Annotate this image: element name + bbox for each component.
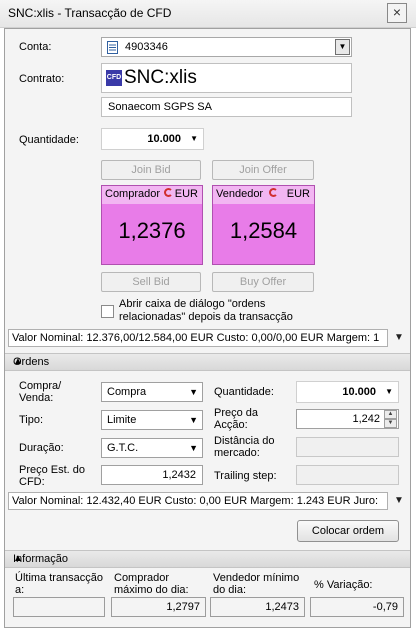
side-select[interactable]: Compra ▼ (101, 382, 203, 402)
account-select[interactable]: 4903346 ▼ (101, 37, 352, 57)
contract-field[interactable]: CFD SNC:xlis (101, 63, 352, 93)
day-high-label-line2: máximo do dia: (114, 584, 189, 596)
trailing-step-label: Trailing step: (214, 470, 277, 482)
est-price-value: 1,2432 (101, 465, 203, 485)
bid-currency: EUR (174, 188, 198, 200)
document-icon (107, 41, 118, 57)
ask-price: 1,2584 (229, 218, 298, 243)
ask-header: Vendedor EUR (213, 186, 314, 204)
type-select[interactable]: Limite ▼ (101, 410, 203, 430)
duration-select[interactable]: G.T.C. ▼ (101, 438, 203, 458)
bid-price-button[interactable]: Comprador EUR 1,2376 (101, 185, 203, 265)
distance-label-line1: Distância do (214, 435, 275, 447)
ask-currency: EUR (286, 188, 310, 200)
info-section-header[interactable]: Informação ▲ (5, 550, 410, 568)
distance-input[interactable] (296, 437, 399, 457)
contract-name: Sonaecom SGPS SA (101, 97, 352, 117)
refresh-icon (269, 188, 278, 197)
spin-up-icon[interactable]: ▲ (384, 410, 397, 419)
related-orders-checkbox[interactable] (101, 305, 114, 318)
account-value: 4903346 (125, 41, 168, 53)
bid-label: Comprador (105, 188, 161, 200)
quantity-value: 10.000 (147, 133, 181, 145)
day-low-label-line1: Vendedor mínimo (213, 572, 300, 584)
quantity-label: Quantidade: (19, 134, 79, 146)
type-value: Limite (107, 414, 137, 426)
order-summary: Valor Nominal: 12.432,40 EUR Custo: 0,00… (8, 492, 388, 510)
refresh-icon (164, 188, 173, 197)
day-high-label-line1: Comprador (114, 572, 170, 584)
place-order-button[interactable]: Colocar ordem (297, 520, 399, 542)
chevron-down-icon[interactable]: ▼ (385, 387, 393, 396)
contract-label: Contrato: (19, 73, 65, 85)
duration-value: G.T.C. (107, 442, 139, 454)
join-bid-button[interactable]: Join Bid (101, 160, 201, 180)
last-trade-label-line1: Última transacção (15, 572, 104, 584)
window-title: SNC:xlis - Transacção de CFD (8, 6, 172, 20)
chevron-down-icon: ▼ (189, 415, 198, 425)
change-label: % Variação: (314, 579, 373, 591)
join-offer-button[interactable]: Join Offer (212, 160, 314, 180)
chevron-down-icon[interactable]: ▼ (394, 495, 404, 506)
spin-down-icon[interactable]: ▼ (384, 419, 397, 428)
nominal-summary: Valor Nominal: 12.376,00/12.584,00 EUR C… (8, 329, 388, 347)
account-label: Conta: (19, 41, 52, 53)
est-price-label-line1: Preço Est. do (19, 464, 86, 476)
distance-label-line2: mercado: (214, 447, 260, 459)
cfd-badge-icon: CFD (106, 70, 122, 86)
chevron-down-icon[interactable]: ▼ (190, 134, 198, 143)
price-input[interactable]: 1,242 ▲ ▼ (296, 409, 399, 429)
side-label-line2: Venda: (19, 392, 54, 404)
side-label-line1: Compra/ (19, 380, 62, 392)
price-label-line2: Acção: (214, 419, 248, 431)
title-bar: SNC:xlis - Transacção de CFD × (0, 0, 416, 28)
ask-label: Vendedor (216, 188, 264, 200)
bid-header: Comprador EUR (102, 186, 202, 204)
checkbox-label-line2: relacionadas" depois da transacção (119, 311, 293, 323)
contract-symbol: SNC:xlis (124, 67, 197, 88)
collapse-icon[interactable]: ▲ (13, 553, 404, 564)
sell-bid-button[interactable]: Sell Bid (101, 272, 201, 292)
bid-price: 1,2376 (118, 218, 186, 243)
ask-price-button[interactable]: Vendedor EUR 1,2584 (212, 185, 315, 265)
price-label-line1: Preço da (214, 407, 259, 419)
day-low-label-line2: do dia: (213, 584, 247, 596)
checkbox-label-line1: Abrir caixa de diálogo "ordens (119, 298, 266, 310)
day-high-value: 1,2797 (111, 597, 206, 617)
collapse-icon[interactable]: ▲ (13, 356, 404, 367)
close-button[interactable]: × (387, 3, 407, 23)
trailing-step-input[interactable] (296, 465, 399, 485)
chevron-down-icon[interactable]: ▼ (335, 39, 350, 55)
day-low-value: 1,2473 (210, 597, 305, 617)
quantity-input[interactable]: 10.000 ▼ (101, 128, 204, 150)
chevron-down-icon: ▼ (189, 443, 198, 453)
chevron-down-icon: ▼ (189, 387, 198, 397)
change-value: -0,79 (310, 597, 404, 617)
order-quantity-input[interactable]: 10.000 ▼ (296, 381, 399, 403)
orders-section-header[interactable]: Ordens ▲ (5, 353, 410, 371)
chevron-down-icon[interactable]: ▼ (394, 332, 404, 343)
buy-offer-button[interactable]: Buy Offer (212, 272, 314, 292)
type-label: Tipo: (19, 414, 44, 426)
last-trade-label-line2: a: (15, 584, 25, 596)
order-quantity-label: Quantidade: (214, 386, 274, 398)
order-quantity-value: 10.000 (342, 386, 376, 398)
last-trade-value (13, 597, 105, 617)
duration-label: Duração: (19, 442, 64, 454)
est-price-label-line2: CFD: (19, 476, 45, 488)
side-value: Compra (107, 386, 147, 398)
price-value: 1,242 (352, 413, 380, 425)
